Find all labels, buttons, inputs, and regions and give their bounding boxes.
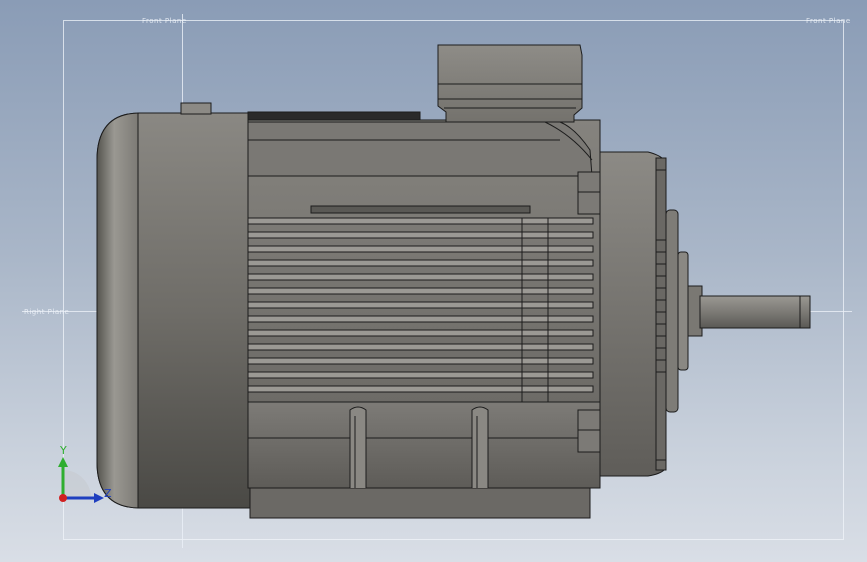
triad-y-label: Y	[59, 444, 67, 457]
triad-quadrant	[63, 470, 91, 498]
triad-z-label: Z	[104, 487, 112, 500]
graphics-viewport[interactable]: Front Plane Front Plane Right Plane Y Z	[0, 0, 867, 562]
triad-y-arrow	[58, 457, 68, 467]
triad-z-arrow	[94, 493, 104, 503]
motor-geometry	[96, 44, 811, 519]
triad-origin	[59, 494, 67, 502]
motor-model[interactable]	[0, 0, 867, 562]
orientation-triad: Y Z	[50, 440, 120, 510]
